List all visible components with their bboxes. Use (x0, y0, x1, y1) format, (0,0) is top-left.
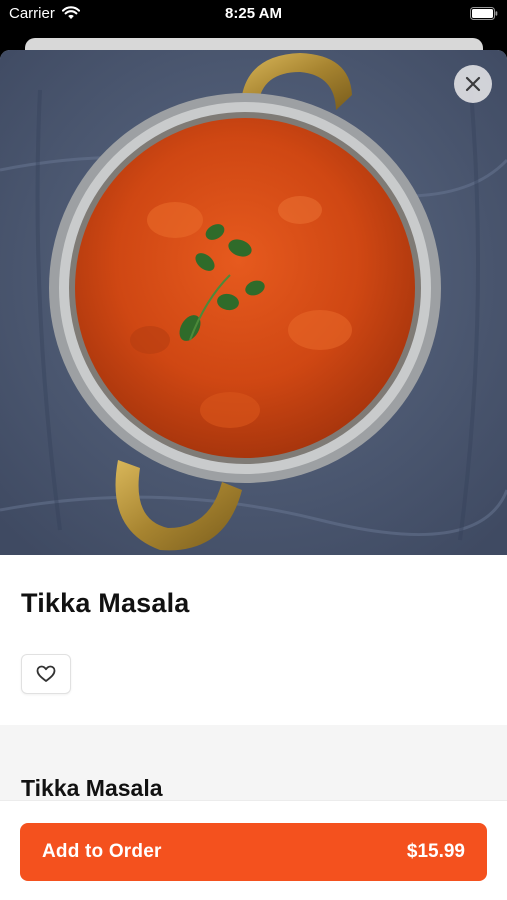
section-title: Tikka Masala (21, 775, 163, 801)
battery-icon (470, 7, 498, 20)
close-button[interactable] (454, 65, 492, 103)
bottom-bar: Add to Order $15.99 (0, 800, 507, 900)
price-label: $15.99 (406, 841, 465, 862)
favorite-button[interactable] (21, 654, 71, 694)
dish-photo (0, 50, 507, 555)
heart-outline-icon (36, 665, 56, 682)
item-detail-sheet: Tikka Masala Tikka Masala Add to Order $… (0, 50, 507, 900)
clock: 8:25 AM (225, 5, 282, 22)
status-bar: Carrier 8:25 AM (0, 0, 507, 30)
add-to-order-button[interactable]: Add to Order $15.99 (20, 823, 487, 881)
close-icon (465, 76, 481, 92)
add-to-order-label: Add to Order (42, 841, 162, 862)
item-title: Tikka Masala (21, 588, 190, 618)
